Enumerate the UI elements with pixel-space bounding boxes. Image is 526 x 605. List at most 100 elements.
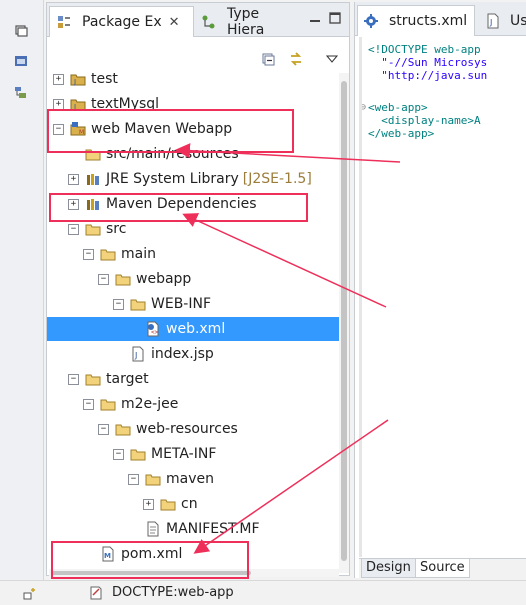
code-line: </web-app>: [368, 127, 435, 140]
fold-marker-icon[interactable]: ⊖: [362, 101, 366, 114]
jsp-file-icon: J: [130, 346, 151, 362]
view-menu-icon[interactable]: [323, 50, 341, 68]
tree-item[interactable]: − WEB-INF: [47, 292, 339, 316]
folder-icon: [130, 446, 151, 462]
tree-item[interactable]: <> web.xml: [47, 317, 339, 341]
gear-icon: [364, 14, 378, 28]
tab-type-hierarchy-label: Type Hiera: [227, 5, 265, 38]
expand-icon[interactable]: +: [53, 73, 64, 85]
tree-item[interactable]: − maven: [47, 467, 339, 491]
tree-item-label: index.jsp: [151, 346, 214, 362]
code-line: "http://java.sun: [368, 69, 488, 82]
tab-design[interactable]: Design: [361, 559, 416, 578]
vertical-scrollbar[interactable]: [339, 73, 349, 573]
tree-item-label: test: [91, 73, 118, 87]
editor-tab-bar: structs.xml J Use: [355, 2, 526, 36]
collapse-icon[interactable]: −: [83, 248, 94, 260]
tree-item-label: m2e-jee: [121, 396, 179, 412]
expand-icon[interactable]: +: [143, 498, 154, 510]
eclipse-window: Package Ex ✕ Type Hiera + Jtest + JtextMysq…: [0, 0, 526, 605]
tree-item[interactable]: MANIFEST.MF: [47, 517, 339, 541]
tab-package-explorer[interactable]: Package Ex ✕: [49, 6, 194, 37]
folder-icon: [85, 221, 106, 237]
collapse-icon[interactable]: −: [83, 398, 94, 410]
library-icon: [85, 171, 106, 187]
tree-item[interactable]: − target: [47, 367, 339, 391]
expand-icon[interactable]: +: [68, 173, 79, 185]
tree-item-decoration: [J2SE-1.5]: [242, 171, 312, 187]
folder-icon: [115, 421, 136, 437]
tab-use-label: Use: [510, 12, 526, 29]
collapse-icon[interactable]: −: [128, 473, 139, 485]
restore-icon[interactable]: [12, 22, 30, 40]
status-breadcrumb: DOCTYPE:web-app: [112, 585, 234, 600]
tree-item[interactable]: Jindex.jsp: [47, 342, 339, 366]
package-explorer-trim-icon[interactable]: [12, 52, 30, 70]
folder-icon: [115, 271, 136, 287]
collapse-icon[interactable]: −: [113, 448, 124, 460]
minimize-icon[interactable]: [309, 12, 321, 24]
tree-item[interactable]: − m2e-jee: [47, 392, 339, 416]
tree-item[interactable]: − main: [47, 242, 339, 266]
status-bar: DOCTYPE:web-app: [0, 580, 526, 605]
tab-type-hierarchy[interactable]: Type Hiera: [195, 5, 297, 38]
tree-item-label: JRE System Library: [106, 171, 239, 187]
xml-file-icon: <>: [145, 321, 166, 337]
code-line: "-//Sun Microsys: [368, 56, 488, 69]
package-explorer-view: Package Ex ✕ Type Hiera + Jtest + JtextMysq…: [46, 2, 350, 577]
xml-editor: structs.xml J Use <!DOCTYPE web-app "-//…: [354, 2, 526, 578]
tree-item[interactable]: − webapp: [47, 267, 339, 291]
svg-text:<>: <>: [151, 329, 159, 336]
view-tab-bar: Package Ex ✕ Type Hiera: [47, 3, 349, 38]
tree-item-label: src: [106, 221, 127, 237]
code-line: <web-app>: [368, 101, 428, 114]
svg-text:J: J: [134, 351, 137, 360]
trim-toolbar: [0, 0, 44, 580]
collapse-icon[interactable]: −: [113, 298, 124, 310]
tree-item[interactable]: + Jtest: [47, 73, 339, 91]
view-toolbar: [47, 38, 349, 74]
tab-structs-xml-label: structs.xml: [389, 13, 468, 29]
tree-item-label: META-INF: [151, 446, 217, 462]
tree-item-label: WEB-INF: [151, 296, 211, 312]
type-hierarchy-icon: [202, 15, 215, 28]
code-area[interactable]: <!DOCTYPE web-app "-//Sun Microsys "http…: [359, 37, 526, 557]
type-hierarchy-trim-icon[interactable]: [12, 84, 30, 102]
tree-item-label: web.xml: [166, 321, 226, 337]
tree-item-label: main: [121, 246, 156, 262]
collapse-all-icon[interactable]: [259, 50, 277, 68]
tree-item-label: maven: [166, 471, 214, 487]
java-project-icon: J: [70, 73, 91, 87]
folder-icon: [145, 471, 166, 487]
tab-source[interactable]: Source: [415, 559, 470, 578]
tab-structs-xml[interactable]: structs.xml: [357, 5, 475, 36]
maximize-icon[interactable]: [329, 12, 341, 24]
folder-icon: [160, 496, 181, 512]
collapse-icon[interactable]: −: [98, 273, 109, 285]
close-icon[interactable]: ✕: [169, 15, 180, 30]
editor-bottom-tabs: Design Source: [359, 558, 526, 578]
tab-use[interactable]: J Use: [481, 5, 526, 36]
collapse-icon[interactable]: −: [98, 423, 109, 435]
annotation-box-pom-xml: [51, 541, 249, 579]
folder-icon: [100, 246, 121, 262]
fast-view-icon[interactable]: [22, 587, 36, 601]
folder-icon: [100, 396, 121, 412]
link-with-editor-icon[interactable]: [287, 50, 305, 68]
tree-item[interactable]: − META-INF: [47, 442, 339, 466]
tree-item-label: web-resources: [136, 421, 238, 437]
annotation-box-web-maven-webapp: [47, 109, 294, 153]
collapse-icon[interactable]: −: [68, 223, 79, 235]
expand-icon[interactable]: +: [53, 98, 64, 110]
vertical-scroll-thumb[interactable]: [341, 81, 347, 561]
tree-item-label: MANIFEST.MF: [166, 521, 260, 537]
tab-package-explorer-label: Package Ex: [82, 14, 162, 30]
tree-item[interactable]: − web-resources: [47, 417, 339, 441]
folder-icon: [130, 296, 151, 312]
tree-item[interactable]: + cn: [47, 492, 339, 516]
tree-item[interactable]: + JRE System Library [J2SE-1.5]: [47, 167, 339, 191]
collapse-icon[interactable]: −: [68, 373, 79, 385]
svg-text:J: J: [73, 78, 76, 86]
